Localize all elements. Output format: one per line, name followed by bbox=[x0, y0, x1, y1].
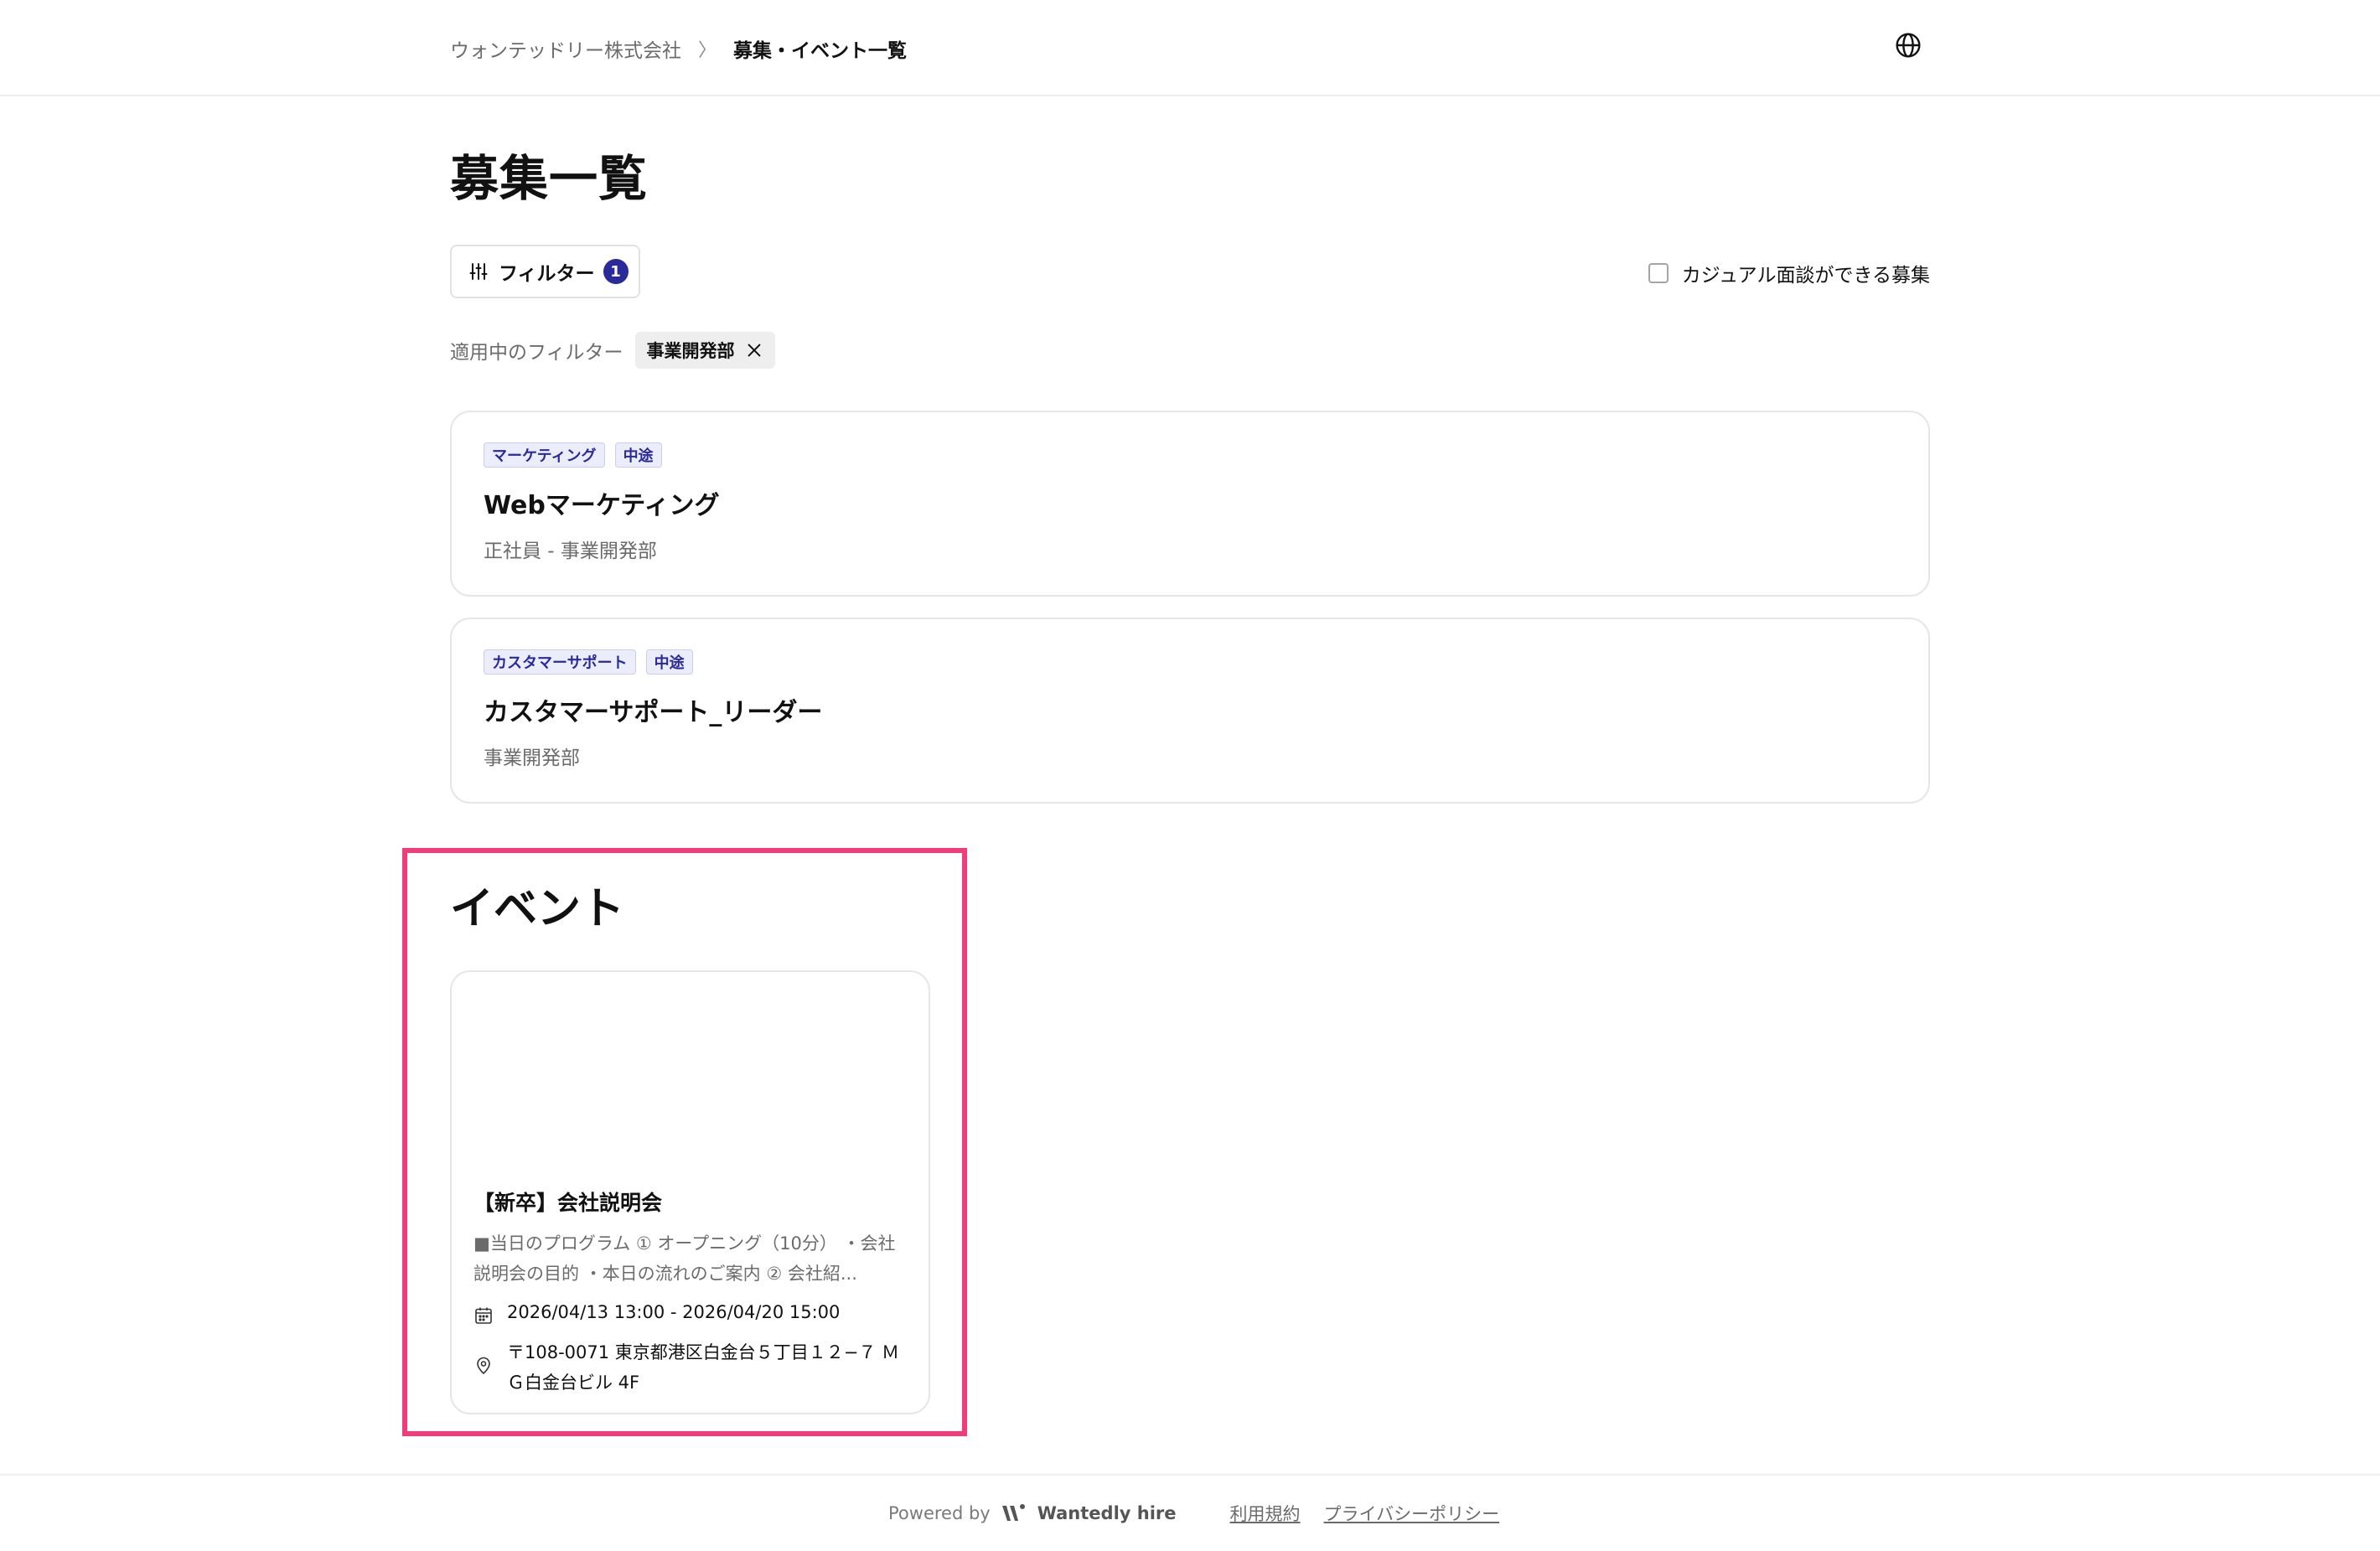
event-datetime-text: 2026/04/13 13:00 - 2026/04/20 15:00 bbox=[507, 1302, 841, 1322]
footer: Powered by Wantedly hire 利用規約 プライバシーポリシー bbox=[0, 1474, 2380, 1551]
close-icon[interactable] bbox=[745, 341, 763, 359]
job-card[interactable]: カスタマーサポート 中途 カスタマーサポート_リーダー 事業開発部 bbox=[450, 618, 1930, 804]
event-location: 〒108-0071 東京都港区白金台５丁目１２−７ ＭＧ白金台ビル 4F bbox=[473, 1337, 909, 1398]
breadcrumb-separator: 〉 bbox=[698, 40, 717, 61]
event-heading: イベント bbox=[450, 884, 625, 934]
job-title: カスタマーサポート_リーダー bbox=[484, 698, 823, 727]
job-subtitle: 事業開発部 bbox=[484, 747, 580, 769]
calendar-icon bbox=[475, 1307, 492, 1324]
job-card[interactable]: マーケティング 中途 Webマーケティング 正社員 - 事業開発部 bbox=[450, 411, 1930, 597]
event-description: ■当日のプログラム ① オープニング（10分） ・会社説明会の目的 ・本日の流れ… bbox=[473, 1233, 896, 1284]
breadcrumb-current: 募集・イベント一覧 bbox=[733, 40, 908, 62]
filter-button-label: フィルター bbox=[499, 263, 595, 285]
event-cover-image bbox=[452, 972, 929, 1173]
terms-link[interactable]: 利用規約 bbox=[1230, 1501, 1301, 1526]
applied-filter-chip[interactable]: 事業開発部 bbox=[634, 332, 775, 369]
top-header: ウォンテッドリー株式会社 〉 募集・イベント一覧 bbox=[0, 0, 2380, 96]
applied-filters-label: 適用中のフィルター bbox=[450, 342, 623, 364]
sliders-icon bbox=[469, 263, 488, 280]
casual-interview-checkbox[interactable]: カジュアル面談ができる募集 bbox=[1648, 259, 1930, 287]
breadcrumb-company-link[interactable]: ウォンテッドリー株式会社 bbox=[450, 34, 681, 63]
footer-content: Powered by Wantedly hire 利用規約 プライバシーポリシー bbox=[888, 1501, 1499, 1526]
applied-filters: 適用中のフィルター 事業開発部 bbox=[450, 332, 775, 369]
job-type-tag: 中途 bbox=[614, 442, 662, 468]
filter-button[interactable]: フィルター 1 bbox=[450, 245, 640, 298]
applied-filter-chip-label: 事業開発部 bbox=[646, 341, 735, 361]
job-category-tag: カスタマーサポート bbox=[484, 649, 636, 675]
powered-by-text: Powered by bbox=[888, 1503, 991, 1523]
privacy-policy-link[interactable]: プライバシーポリシー bbox=[1324, 1501, 1500, 1526]
job-category-tag: マーケティング bbox=[484, 442, 605, 468]
job-tags: マーケティング 中途 bbox=[484, 442, 672, 468]
casual-interview-label: カジュアル面談ができる募集 bbox=[1681, 265, 1930, 287]
event-title: 【新卒】会社説明会 bbox=[473, 1191, 663, 1215]
job-title: Webマーケティング bbox=[484, 491, 720, 520]
wantedly-logo-icon bbox=[1001, 1504, 1025, 1521]
checkbox-box[interactable] bbox=[1648, 263, 1669, 283]
page-title: 募集一覧 bbox=[450, 150, 649, 207]
event-card[interactable]: 【新卒】会社説明会 ■当日のプログラム ① オープニング（10分） ・会社説明会… bbox=[450, 970, 930, 1414]
event-section: イベント 【新卒】会社説明会 ■当日のプログラム ① オープニング（10分） ・… bbox=[402, 848, 967, 1436]
job-subtitle: 正社員 - 事業開発部 bbox=[484, 540, 657, 562]
event-datetime: 2026/04/13 13:00 - 2026/04/20 15:00 bbox=[473, 1302, 840, 1326]
wantedly-hire-logo[interactable]: Wantedly hire bbox=[1001, 1502, 1177, 1524]
globe-icon[interactable] bbox=[1895, 32, 1922, 59]
event-location-text: 〒108-0071 東京都港区白金台５丁目１２−７ ＭＧ白金台ビル 4F bbox=[507, 1342, 900, 1393]
job-tags: カスタマーサポート 中途 bbox=[484, 649, 703, 675]
job-type-tag: 中途 bbox=[645, 649, 693, 675]
location-pin-icon bbox=[477, 1357, 490, 1375]
breadcrumb: ウォンテッドリー株式会社 〉 募集・イベント一覧 bbox=[450, 32, 907, 65]
wantedly-hire-text: Wantedly hire bbox=[1037, 1503, 1177, 1523]
filter-count-badge: 1 bbox=[603, 259, 629, 284]
